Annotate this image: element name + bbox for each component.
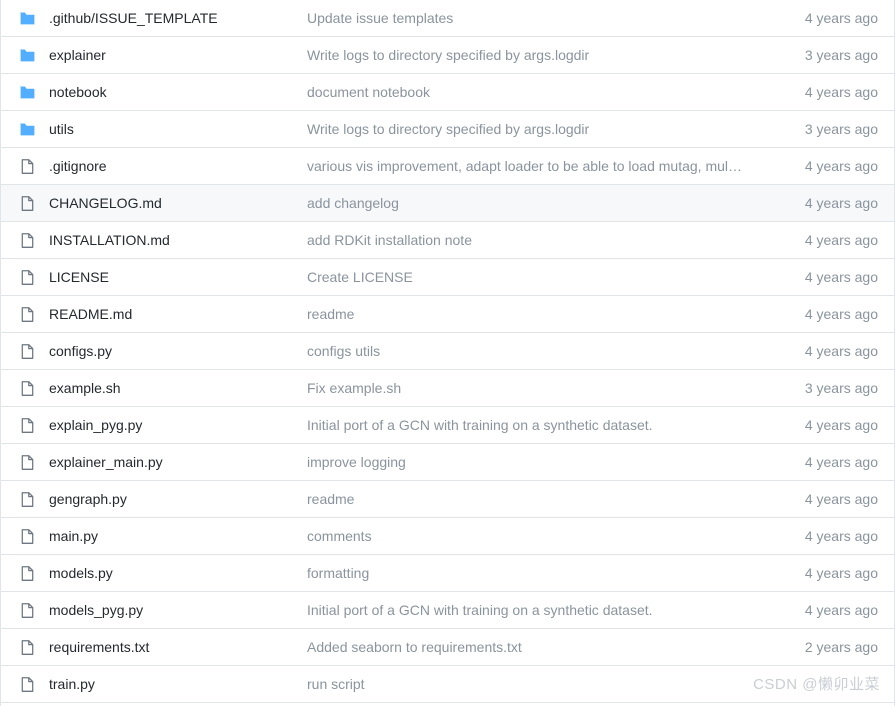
file-name-link[interactable]: models_pyg.py <box>49 602 307 618</box>
file-name-link[interactable]: LICENSE <box>49 269 307 285</box>
table-row[interactable]: train.py run script <box>1 666 894 703</box>
file-icon <box>1 676 49 693</box>
file-name-link[interactable]: requirements.txt <box>49 639 307 655</box>
file-icon <box>1 232 49 249</box>
file-icon <box>1 491 49 508</box>
table-row[interactable]: configs.py configs utils 4 years ago <box>1 333 894 370</box>
commit-message-link[interactable]: configs utils <box>307 343 756 359</box>
commit-age: 4 years ago <box>804 602 878 618</box>
table-row[interactable]: gengraph.py readme 4 years ago <box>1 481 894 518</box>
commit-message-link[interactable]: Create LICENSE <box>307 269 756 285</box>
file-name-link[interactable]: main.py <box>49 528 307 544</box>
file-icon <box>1 639 49 656</box>
commit-age: 4 years ago <box>804 195 878 211</box>
commit-age: 2 years ago <box>804 639 878 655</box>
file-name-link[interactable]: .gitignore <box>49 158 307 174</box>
commit-age: 4 years ago <box>804 528 878 544</box>
table-row[interactable]: example.sh Fix example.sh 3 years ago <box>1 370 894 407</box>
table-row[interactable]: utils Write logs to directory specified b… <box>1 111 894 148</box>
file-name-link[interactable]: gengraph.py <box>49 491 307 507</box>
file-name-link[interactable]: notebook <box>49 84 307 100</box>
file-name-link[interactable]: models.py <box>49 565 307 581</box>
table-row[interactable]: CHANGELOG.md add changelog 4 years ago <box>1 185 894 222</box>
file-icon <box>1 306 49 323</box>
table-row[interactable]: explain_pyg.py Initial port of a GCN with… <box>1 407 894 444</box>
table-row[interactable]: requirements.txt Added seaborn to require… <box>1 629 894 666</box>
file-row-list: .github/ISSUE_TEMPLATE Update issue templ… <box>1 0 894 703</box>
table-row[interactable]: .gitignore various vis improvement, adapt… <box>1 148 894 185</box>
file-name-link[interactable]: INSTALLATION.md <box>49 232 307 248</box>
commit-message-link[interactable]: Write logs to directory specified by arg… <box>307 121 756 137</box>
commit-age: 4 years ago <box>804 454 878 470</box>
commit-message-link[interactable]: run script <box>307 676 756 692</box>
table-row[interactable]: models_pyg.py Initial port of a GCN with … <box>1 592 894 629</box>
commit-age: 4 years ago <box>804 491 878 507</box>
commit-age: 4 years ago <box>804 158 878 174</box>
table-row[interactable]: LICENSE Create LICENSE 4 years ago <box>1 259 894 296</box>
file-name-link[interactable]: utils <box>49 121 307 137</box>
commit-age: 4 years ago <box>804 10 878 26</box>
commit-age: 4 years ago <box>804 306 878 322</box>
commit-message-link[interactable]: Initial port of a GCN with training on a… <box>307 417 756 433</box>
file-name-link[interactable]: explainer <box>49 47 307 63</box>
commit-age: 4 years ago <box>804 343 878 359</box>
file-icon <box>1 195 49 212</box>
commit-age: 4 years ago <box>804 417 878 433</box>
folder-icon <box>1 84 49 101</box>
commit-message-link[interactable]: add RDKit installation note <box>307 232 756 248</box>
commit-message-link[interactable]: readme <box>307 491 756 507</box>
file-icon <box>1 565 49 582</box>
commit-age: 4 years ago <box>804 269 878 285</box>
file-icon <box>1 343 49 360</box>
file-name-link[interactable]: explainer_main.py <box>49 454 307 470</box>
file-icon <box>1 454 49 471</box>
file-icon <box>1 417 49 434</box>
commit-message-link[interactable]: formatting <box>307 565 756 581</box>
table-row[interactable]: explainer Write logs to directory specifi… <box>1 37 894 74</box>
commit-age: 4 years ago <box>804 84 878 100</box>
file-name-link[interactable]: CHANGELOG.md <box>49 195 307 211</box>
file-icon <box>1 602 49 619</box>
folder-icon <box>1 121 49 138</box>
table-row[interactable]: notebook document notebook 4 years ago <box>1 74 894 111</box>
commit-message-link[interactable]: improve logging <box>307 454 756 470</box>
commit-message-link[interactable]: document notebook <box>307 84 756 100</box>
commit-age: 3 years ago <box>804 121 878 137</box>
table-row[interactable]: explainer_main.py improve logging 4 years … <box>1 444 894 481</box>
file-name-link[interactable]: configs.py <box>49 343 307 359</box>
file-name-link[interactable]: train.py <box>49 676 307 692</box>
file-name-link[interactable]: example.sh <box>49 380 307 396</box>
commit-message-link[interactable]: comments <box>307 528 756 544</box>
table-row[interactable]: INSTALLATION.md add RDKit installation no… <box>1 222 894 259</box>
commit-age: 4 years ago <box>804 565 878 581</box>
commit-message-link[interactable]: Update issue templates <box>307 10 756 26</box>
table-row[interactable]: main.py comments 4 years ago <box>1 518 894 555</box>
commit-message-link[interactable]: Fix example.sh <box>307 380 756 396</box>
table-row[interactable]: .github/ISSUE_TEMPLATE Update issue templ… <box>1 0 894 37</box>
file-name-link[interactable]: README.md <box>49 306 307 322</box>
file-icon <box>1 528 49 545</box>
folder-icon <box>1 10 49 27</box>
commit-age: 4 years ago <box>804 232 878 248</box>
repository-file-table: .github/ISSUE_TEMPLATE Update issue templ… <box>0 0 895 706</box>
table-row[interactable]: README.md readme 4 years ago <box>1 296 894 333</box>
commit-message-link[interactable]: readme <box>307 306 756 322</box>
file-icon <box>1 269 49 286</box>
file-icon <box>1 380 49 397</box>
file-icon <box>1 158 49 175</box>
commit-age: 3 years ago <box>804 380 878 396</box>
folder-icon <box>1 47 49 64</box>
table-row[interactable]: models.py formatting 4 years ago <box>1 555 894 592</box>
commit-age: 3 years ago <box>804 47 878 63</box>
commit-message-link[interactable]: Initial port of a GCN with training on a… <box>307 602 756 618</box>
commit-message-link[interactable]: Added seaborn to requirements.txt <box>307 639 756 655</box>
file-name-link[interactable]: explain_pyg.py <box>49 417 307 433</box>
commit-message-link[interactable]: add changelog <box>307 195 756 211</box>
file-name-link[interactable]: .github/ISSUE_TEMPLATE <box>49 10 307 26</box>
commit-message-link[interactable]: Write logs to directory specified by arg… <box>307 47 756 63</box>
commit-message-link[interactable]: various vis improvement, adapt loader to… <box>307 158 756 174</box>
